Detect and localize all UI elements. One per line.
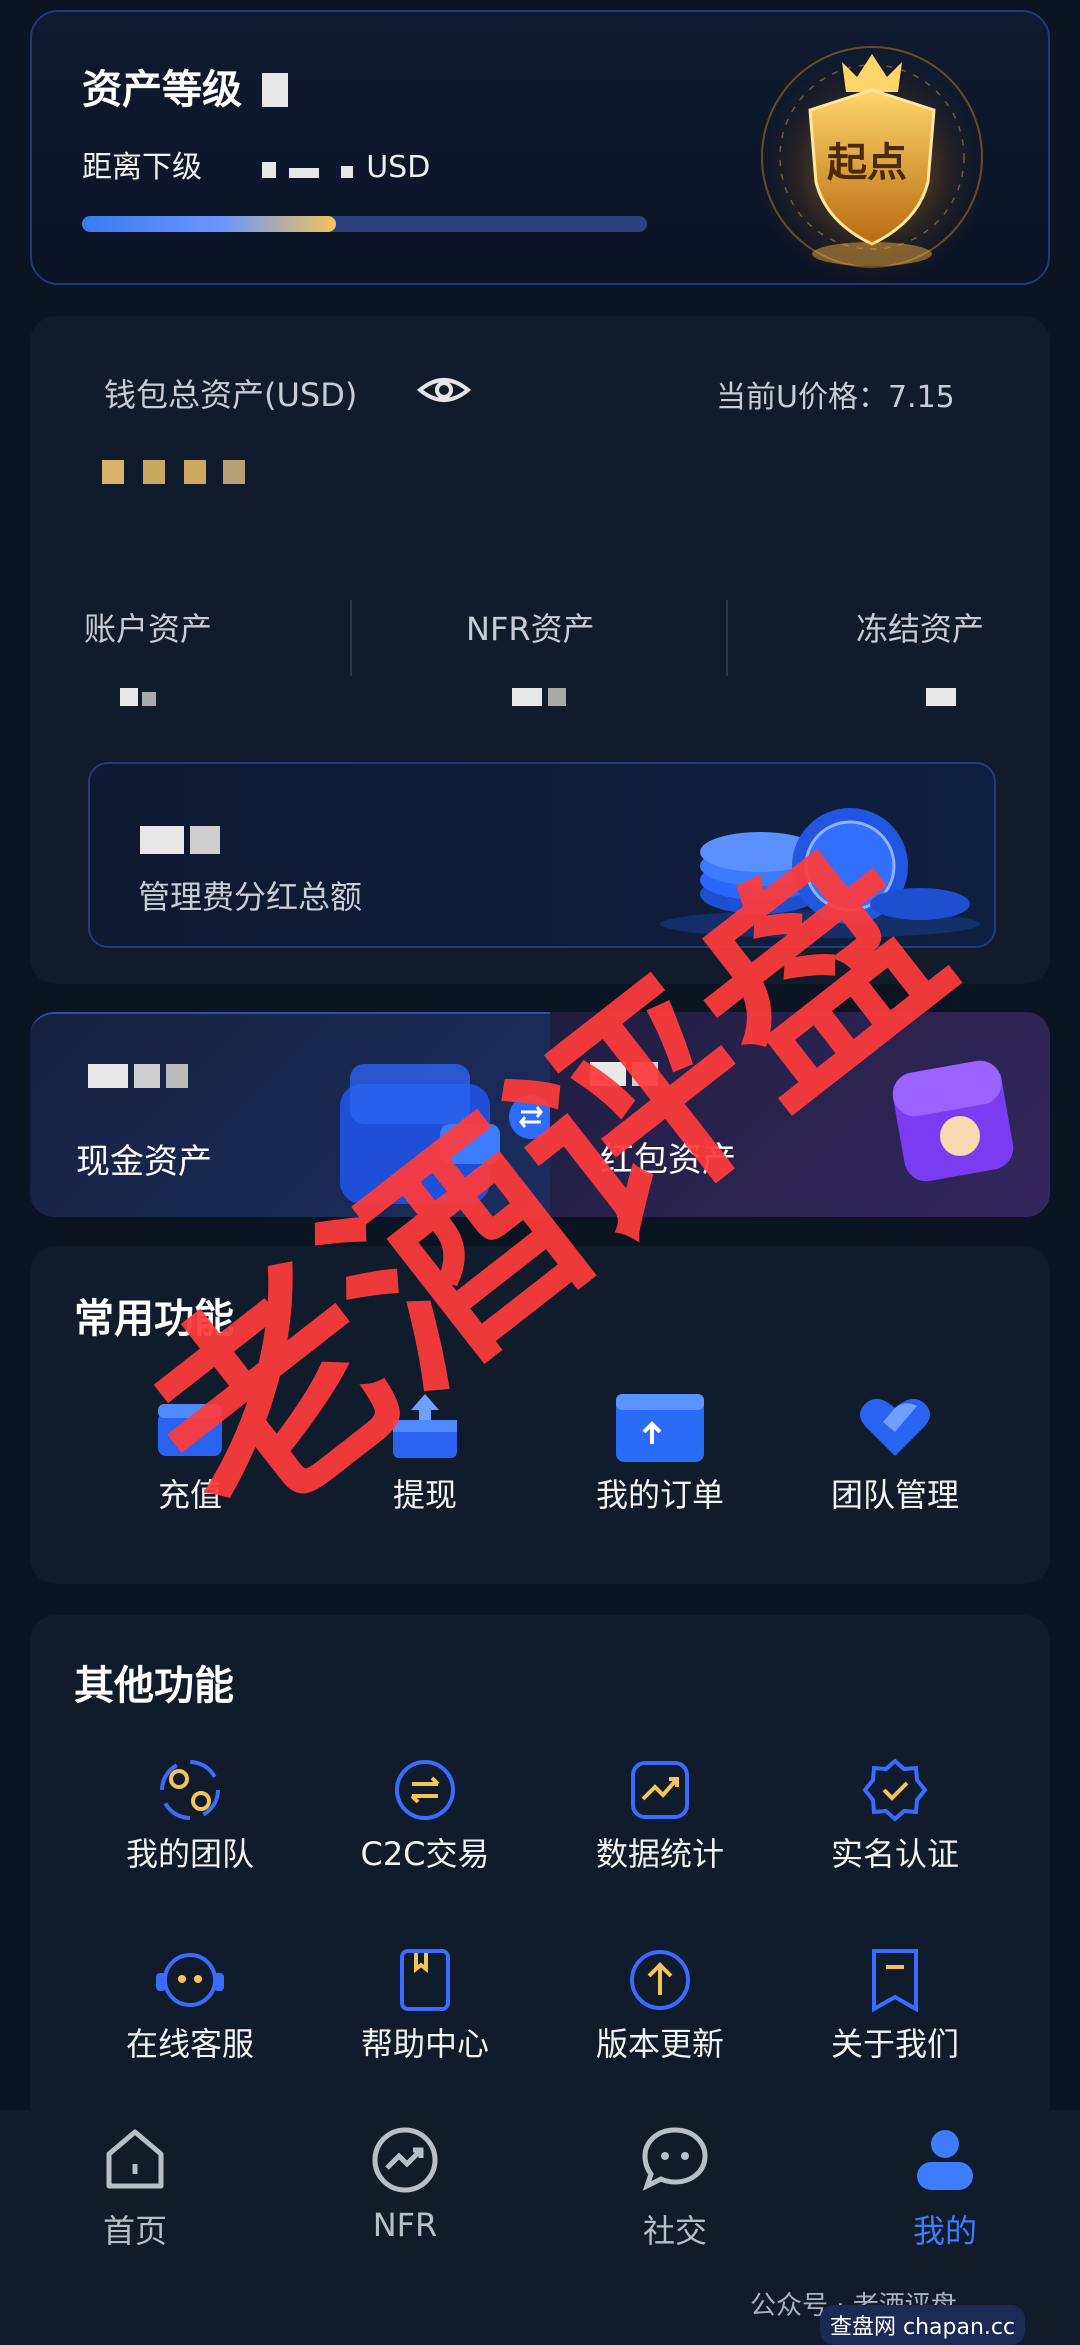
frozen-assets-label: 冻结资产 — [856, 610, 985, 648]
common-functions-title: 常用功能 — [74, 1296, 234, 1342]
team-management-button[interactable]: 团队管理 — [775, 1386, 1015, 1516]
cash-assets-card[interactable]: 现金资产 — [30, 1012, 550, 1217]
hidden-level-value — [261, 73, 288, 107]
chart-icon — [631, 1761, 689, 1819]
site-watermark: 查盘网 chapan.cc — [820, 2305, 1026, 2345]
hidden-account-value — [120, 688, 156, 710]
about-icon — [872, 1949, 918, 2013]
withdraw-button[interactable]: 提现 — [305, 1386, 545, 1516]
profile-icon — [917, 2130, 973, 2190]
support-icon — [156, 1953, 224, 2007]
chat-icon — [642, 2127, 708, 2191]
deposit-icon — [158, 1404, 222, 1456]
fee-dividend-box[interactable]: 管理费分红总额 — [88, 762, 996, 948]
level-progress-bar — [82, 216, 647, 232]
hidden-cash-value — [88, 1064, 188, 1092]
hidden-fee-value — [140, 826, 220, 858]
team-manage-icon — [860, 1398, 930, 1456]
common-functions-card: 常用功能 充值 提现 我的订单 团队管理 — [30, 1246, 1050, 1584]
coins-icon — [660, 808, 980, 938]
asset-level-card[interactable]: 资产等级 距离下级 USD 起点 — [30, 10, 1050, 285]
u-price: 当前U价格：7.15 — [716, 380, 955, 415]
online-support-button[interactable]: 在线客服 — [70, 1945, 310, 2065]
divider — [726, 600, 728, 676]
hidden-nfr-value — [512, 688, 566, 710]
red-packet-icon — [892, 1060, 1014, 1182]
real-name-verify-button[interactable]: 实名认证 — [775, 1755, 1015, 1875]
update-icon — [630, 1950, 690, 2010]
nav-profile[interactable]: 我的 — [845, 2124, 1045, 2252]
level-badge-text: 起点 — [827, 140, 907, 186]
level-title: 资产等级 — [82, 57, 288, 115]
team-icon — [160, 1760, 220, 1820]
verify-icon — [862, 1758, 928, 1822]
nfr-assets-label: NFR资产 — [466, 610, 595, 648]
data-statistics-button[interactable]: 数据统计 — [540, 1755, 780, 1875]
nav-social[interactable]: 社交 — [575, 2124, 775, 2252]
divider — [350, 600, 352, 676]
level-progress-fill — [82, 216, 337, 232]
order-icon — [616, 1394, 704, 1462]
wallet-icon — [340, 1064, 500, 1204]
red-packet-assets-card[interactable]: 红包资产 — [550, 1012, 1050, 1217]
exchange-icon — [395, 1760, 455, 1820]
hidden-red-packet-value — [590, 1062, 658, 1090]
c2c-trade-button[interactable]: C2C交易 — [305, 1755, 545, 1875]
account-assets-label: 账户资产 — [84, 610, 213, 648]
help-icon — [400, 1949, 450, 2011]
hidden-frozen-value — [926, 688, 956, 710]
version-update-button[interactable]: 版本更新 — [540, 1945, 780, 2065]
nav-nfr[interactable]: NFR — [305, 2124, 505, 2244]
hidden-distance-value — [261, 151, 353, 186]
red-packet-assets-label: 红包资产 — [600, 1140, 736, 1180]
nav-home[interactable]: 首页 — [35, 2124, 235, 2252]
wallet-card: 钱包总资产(USD) 当前U价格：7.15 账户资产 NFR资产 冻结资产 管理… — [30, 316, 1050, 984]
wallet-total-label: 钱包总资产(USD) — [104, 376, 358, 414]
deposit-button[interactable]: 充值 — [70, 1386, 310, 1516]
my-team-button[interactable]: 我的团队 — [70, 1755, 310, 1875]
help-center-button[interactable]: 帮助中心 — [305, 1945, 545, 2065]
nfr-icon — [372, 2127, 438, 2193]
eye-icon[interactable] — [416, 370, 472, 410]
other-functions-card: 其他功能 我的团队 C2C交易 数据统计 实名认证 在线客服 帮助中心 版本更新… — [30, 1615, 1050, 2135]
switch-icon[interactable] — [506, 1092, 550, 1142]
hidden-total-value — [102, 460, 246, 488]
other-functions-title: 其他功能 — [74, 1663, 234, 1709]
fee-dividend-label: 管理费分红总额 — [138, 878, 363, 916]
level-next-distance: 距离下级 USD — [82, 150, 431, 186]
home-icon — [106, 2129, 164, 2189]
withdraw-icon — [393, 1394, 457, 1458]
my-orders-button[interactable]: 我的订单 — [540, 1386, 780, 1516]
cash-assets-label: 现金资产 — [76, 1142, 212, 1182]
about-us-button[interactable]: 关于我们 — [775, 1945, 1015, 2065]
